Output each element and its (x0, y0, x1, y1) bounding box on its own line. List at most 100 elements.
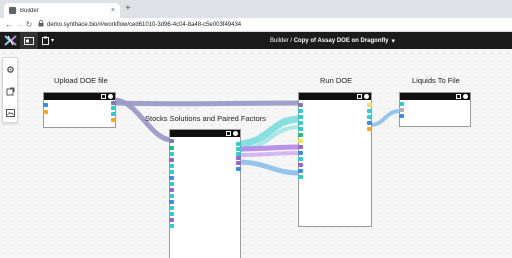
input-port[interactable] (298, 169, 303, 173)
block-title-stocks: Stocks Solutions and Paired Factors (145, 114, 266, 123)
input-port[interactable] (298, 139, 303, 143)
output-port[interactable] (367, 103, 372, 107)
input-port[interactable] (399, 102, 404, 106)
block-header (44, 93, 115, 100)
input-port[interactable] (169, 139, 174, 143)
clipboard-icon (42, 36, 49, 45)
wire-rundoe-to-liquids (369, 109, 401, 127)
workflow-title[interactable]: Copy of Assay DOE on Dragonfly (294, 38, 389, 44)
preview-button[interactable] (3, 102, 17, 124)
breadcrumb: Builder / Copy of Assay DOE on Dragonfly… (270, 32, 395, 49)
lock-icon (38, 20, 44, 29)
block-stocks-solutions[interactable] (169, 129, 241, 258)
block-header (299, 93, 371, 100)
block-liquids-to-file[interactable] (399, 92, 471, 127)
block-header (170, 130, 240, 137)
output-port[interactable] (111, 118, 116, 122)
wire-stocks-to-rundoe-blue (235, 159, 301, 176)
url-text: demo.synthace.bio/#/workflow/ced61010-3d… (47, 21, 242, 28)
output-port[interactable] (236, 161, 241, 165)
input-port[interactable] (298, 127, 303, 131)
block-run-doe[interactable] (298, 92, 372, 227)
output-port[interactable] (111, 112, 116, 116)
breadcrumb-root[interactable]: Builder (270, 38, 289, 44)
gear-icon (6, 65, 14, 73)
input-port[interactable] (399, 108, 404, 112)
input-port[interactable] (298, 115, 303, 119)
input-port[interactable] (169, 224, 174, 228)
image-icon (24, 36, 34, 45)
input-port[interactable] (169, 200, 174, 204)
chevron-down-icon[interactable]: ▾ (392, 37, 396, 45)
wire-upload-to-rundoe (113, 100, 301, 107)
output-port[interactable] (111, 101, 116, 105)
help-icon[interactable] (463, 94, 468, 99)
input-port[interactable] (169, 152, 174, 156)
input-port[interactable] (169, 194, 174, 198)
input-port[interactable] (169, 158, 174, 162)
workflow-view-button[interactable] (20, 32, 38, 49)
workflow-canvas[interactable]: Upload DOE file Stocks Solutions and Pai… (0, 49, 512, 258)
side-panel (2, 57, 18, 123)
input-port[interactable] (298, 151, 303, 155)
input-port[interactable] (169, 170, 174, 174)
block-upload-doe[interactable] (43, 92, 116, 128)
output-port[interactable] (236, 147, 241, 151)
help-icon[interactable] (233, 131, 238, 136)
output-port[interactable] (236, 142, 241, 146)
forward-button[interactable]: → (14, 20, 24, 29)
help-icon[interactable] (364, 94, 369, 99)
new-tab-button[interactable]: + (125, 3, 131, 15)
input-port[interactable] (43, 103, 48, 107)
help-icon[interactable] (108, 94, 113, 99)
tab-title: Builder (20, 7, 39, 14)
settings-button[interactable] (3, 58, 17, 80)
input-port[interactable] (399, 114, 404, 118)
edit-icon[interactable] (456, 94, 461, 99)
block-title-liquids: Liquids To File (412, 76, 460, 85)
output-port[interactable] (236, 156, 241, 160)
input-port[interactable] (169, 182, 174, 186)
reload-button[interactable]: ↻ (24, 20, 34, 29)
output-port[interactable] (236, 167, 241, 171)
input-port[interactable] (169, 146, 174, 150)
input-port[interactable] (298, 103, 303, 107)
input-port[interactable] (169, 188, 174, 192)
browser-tabstrip: Builder × + (0, 0, 512, 18)
synthace-logo[interactable] (0, 32, 20, 49)
url-field[interactable]: demo.synthace.bio/#/workflow/ced61010-3d… (38, 20, 398, 30)
export-button[interactable] (3, 80, 17, 102)
export-icon (6, 87, 14, 95)
input-port[interactable] (298, 163, 303, 167)
input-port[interactable] (298, 121, 303, 125)
block-title-run-doe: Run DOE (320, 76, 353, 85)
input-port[interactable] (298, 145, 303, 149)
output-port[interactable] (111, 106, 116, 110)
favicon-icon (9, 7, 16, 14)
image-icon (5, 109, 15, 117)
input-port[interactable] (169, 218, 174, 222)
block-title-upload-doe: Upload DOE file (54, 76, 108, 85)
input-port[interactable] (169, 212, 174, 216)
input-port[interactable] (43, 110, 48, 114)
edit-icon[interactable] (101, 94, 106, 99)
app-toolbar: ▾ Builder / Copy of Assay DOE on Dragonf… (0, 32, 512, 49)
edit-icon[interactable] (357, 94, 362, 99)
input-port[interactable] (169, 206, 174, 210)
input-port[interactable] (298, 157, 303, 161)
output-port[interactable] (367, 121, 372, 125)
output-port[interactable] (367, 109, 372, 113)
browser-tab[interactable]: Builder × (4, 3, 120, 18)
tab-close-icon[interactable]: × (111, 7, 115, 14)
input-port[interactable] (298, 109, 303, 113)
input-port[interactable] (298, 175, 303, 179)
edit-icon[interactable] (226, 131, 231, 136)
output-port[interactable] (367, 115, 372, 119)
wire-stocks-to-rundoe-purple (235, 144, 301, 152)
input-port[interactable] (169, 164, 174, 168)
back-button[interactable]: ← (4, 20, 14, 29)
input-port[interactable] (298, 133, 303, 137)
clipboard-menu-button[interactable]: ▾ (38, 32, 58, 49)
output-port[interactable] (367, 127, 372, 131)
input-port[interactable] (169, 176, 174, 180)
